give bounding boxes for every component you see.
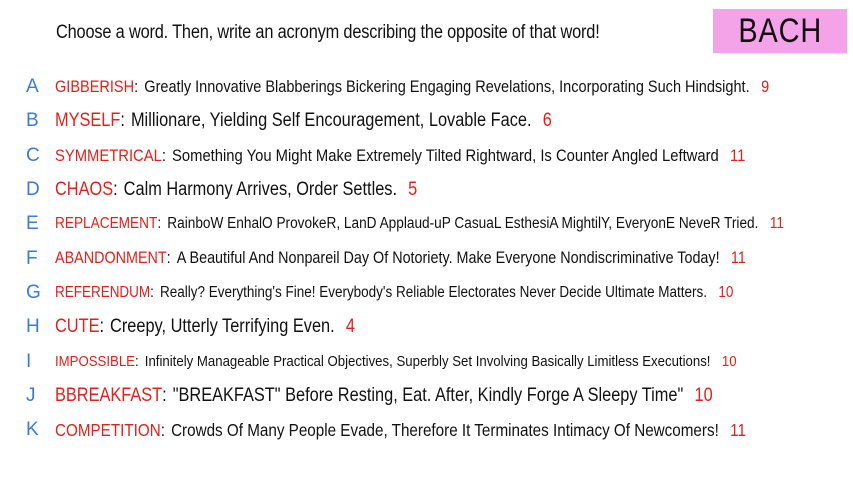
- entry-acronym: Calm Harmony Arrives, Order Settles.: [123, 179, 397, 201]
- entry-acronym: Infinitely Manageable Practical Objectiv…: [144, 353, 711, 371]
- entry-count: 11: [730, 249, 746, 268]
- entry-letter: A: [26, 76, 39, 98]
- entry-count: 10: [694, 384, 713, 406]
- entry-acronym: "BREAKFAST" Before Resting, Eat. After, …: [172, 384, 684, 406]
- entry-colon: :: [134, 77, 139, 96]
- list-item: C SYMMETRICAL: Something You Might Make E…: [0, 139, 853, 173]
- prompt-heading: Choose a word. Then, write an acronym de…: [56, 22, 600, 43]
- entry-colon: :: [99, 316, 105, 338]
- entry-letter: I: [26, 350, 32, 372]
- entry-colon: :: [113, 179, 118, 201]
- entry-count: 10: [718, 283, 734, 301]
- list-item: D CHAOS: Calm Harmony Arrives, Order Sett…: [0, 173, 853, 207]
- list-item: K COMPETITION: Crowds Of Many People Evad…: [0, 413, 853, 447]
- entry-word: REPLACEMENT: [55, 215, 158, 233]
- entry-word: REFERENDUM: [55, 283, 151, 301]
- entry-acronym: Really? Everything's Fine! Everybody's R…: [159, 283, 708, 301]
- entry-colon: :: [166, 249, 171, 268]
- entry-acronym: Millionare, Yielding Self Encouragement,…: [130, 110, 532, 132]
- entry-colon: :: [162, 384, 167, 406]
- entry-count: 10: [721, 353, 737, 371]
- entry-word: ABANDONMENT: [55, 249, 167, 268]
- list-item: F ABANDONMENT: A Beautiful And Nonpareil …: [0, 241, 853, 275]
- entry-word: GIBBERISH: [55, 77, 135, 96]
- entry-acronym: RainboW EnhalO ProvokeR, LanD Applaud-uP…: [167, 215, 759, 233]
- entry-word: BBREAKFAST: [55, 384, 163, 406]
- bach-badge: BACH: [713, 9, 847, 53]
- entry-letter: K: [26, 419, 39, 441]
- entry-count: 6: [542, 110, 552, 132]
- entry-colon: :: [134, 353, 139, 371]
- list-item: H CUTE: Creepy, Utterly Terrifying Even. 4: [0, 310, 853, 344]
- entry-acronym: A Beautiful And Nonpareil Day Of Notorie…: [176, 249, 720, 268]
- entry-colon: :: [150, 283, 154, 301]
- badge-label: BACH: [738, 11, 822, 50]
- list-item: E REPLACEMENT: RainboW EnhalO ProvokeR, L…: [0, 207, 853, 241]
- entry-colon: :: [160, 419, 165, 440]
- entry-count: 5: [408, 179, 418, 201]
- entry-word: CUTE: [55, 316, 100, 338]
- list-item: I IMPOSSIBLE: Infinitely Manageable Pract…: [0, 344, 853, 378]
- entry-letter: G: [26, 281, 41, 303]
- entry-count: 11: [769, 215, 785, 233]
- entry-letter: F: [26, 247, 38, 269]
- entry-colon: :: [161, 145, 166, 165]
- entry-count: 11: [730, 419, 746, 440]
- list-item: G REFERENDUM: Really? Everything's Fine! …: [0, 276, 853, 310]
- entry-letter: J: [26, 384, 36, 406]
- entry-count: 9: [761, 77, 770, 96]
- entry-acronym: Creepy, Utterly Terrifying Even.: [110, 316, 335, 338]
- entry-colon: :: [157, 215, 162, 233]
- entry-acronym: Something You Might Make Extremely Tilte…: [172, 145, 719, 165]
- entry-word: IMPOSSIBLE: [55, 353, 135, 371]
- entry-letter: H: [26, 316, 40, 338]
- entry-letter: D: [26, 179, 40, 201]
- entry-acronym: Greatly Innovative Blabberings Bickering…: [144, 77, 750, 96]
- list-item: A GIBBERISH: Greatly Innovative Blabberin…: [0, 70, 853, 104]
- entry-count: 4: [345, 316, 355, 338]
- entry-word: COMPETITION: [55, 419, 161, 440]
- entry-count: 11: [730, 145, 746, 165]
- entry-letter: C: [26, 144, 40, 166]
- entry-letter: B: [26, 110, 39, 132]
- entry-letter: E: [26, 213, 39, 235]
- list-item: B MYSELF: Millionare, Yielding Self Encou…: [0, 104, 853, 138]
- entry-colon: :: [120, 110, 125, 132]
- acronym-list: A GIBBERISH: Greatly Innovative Blabberin…: [0, 70, 853, 447]
- entry-word: SYMMETRICAL: [55, 145, 162, 165]
- list-item: J BBREAKFAST: "BREAKFAST" Before Resting,…: [0, 379, 853, 413]
- entry-word: CHAOS: [55, 179, 114, 201]
- entry-acronym: Crowds Of Many People Evade, Therefore I…: [171, 419, 719, 440]
- entry-word: MYSELF: [55, 110, 121, 132]
